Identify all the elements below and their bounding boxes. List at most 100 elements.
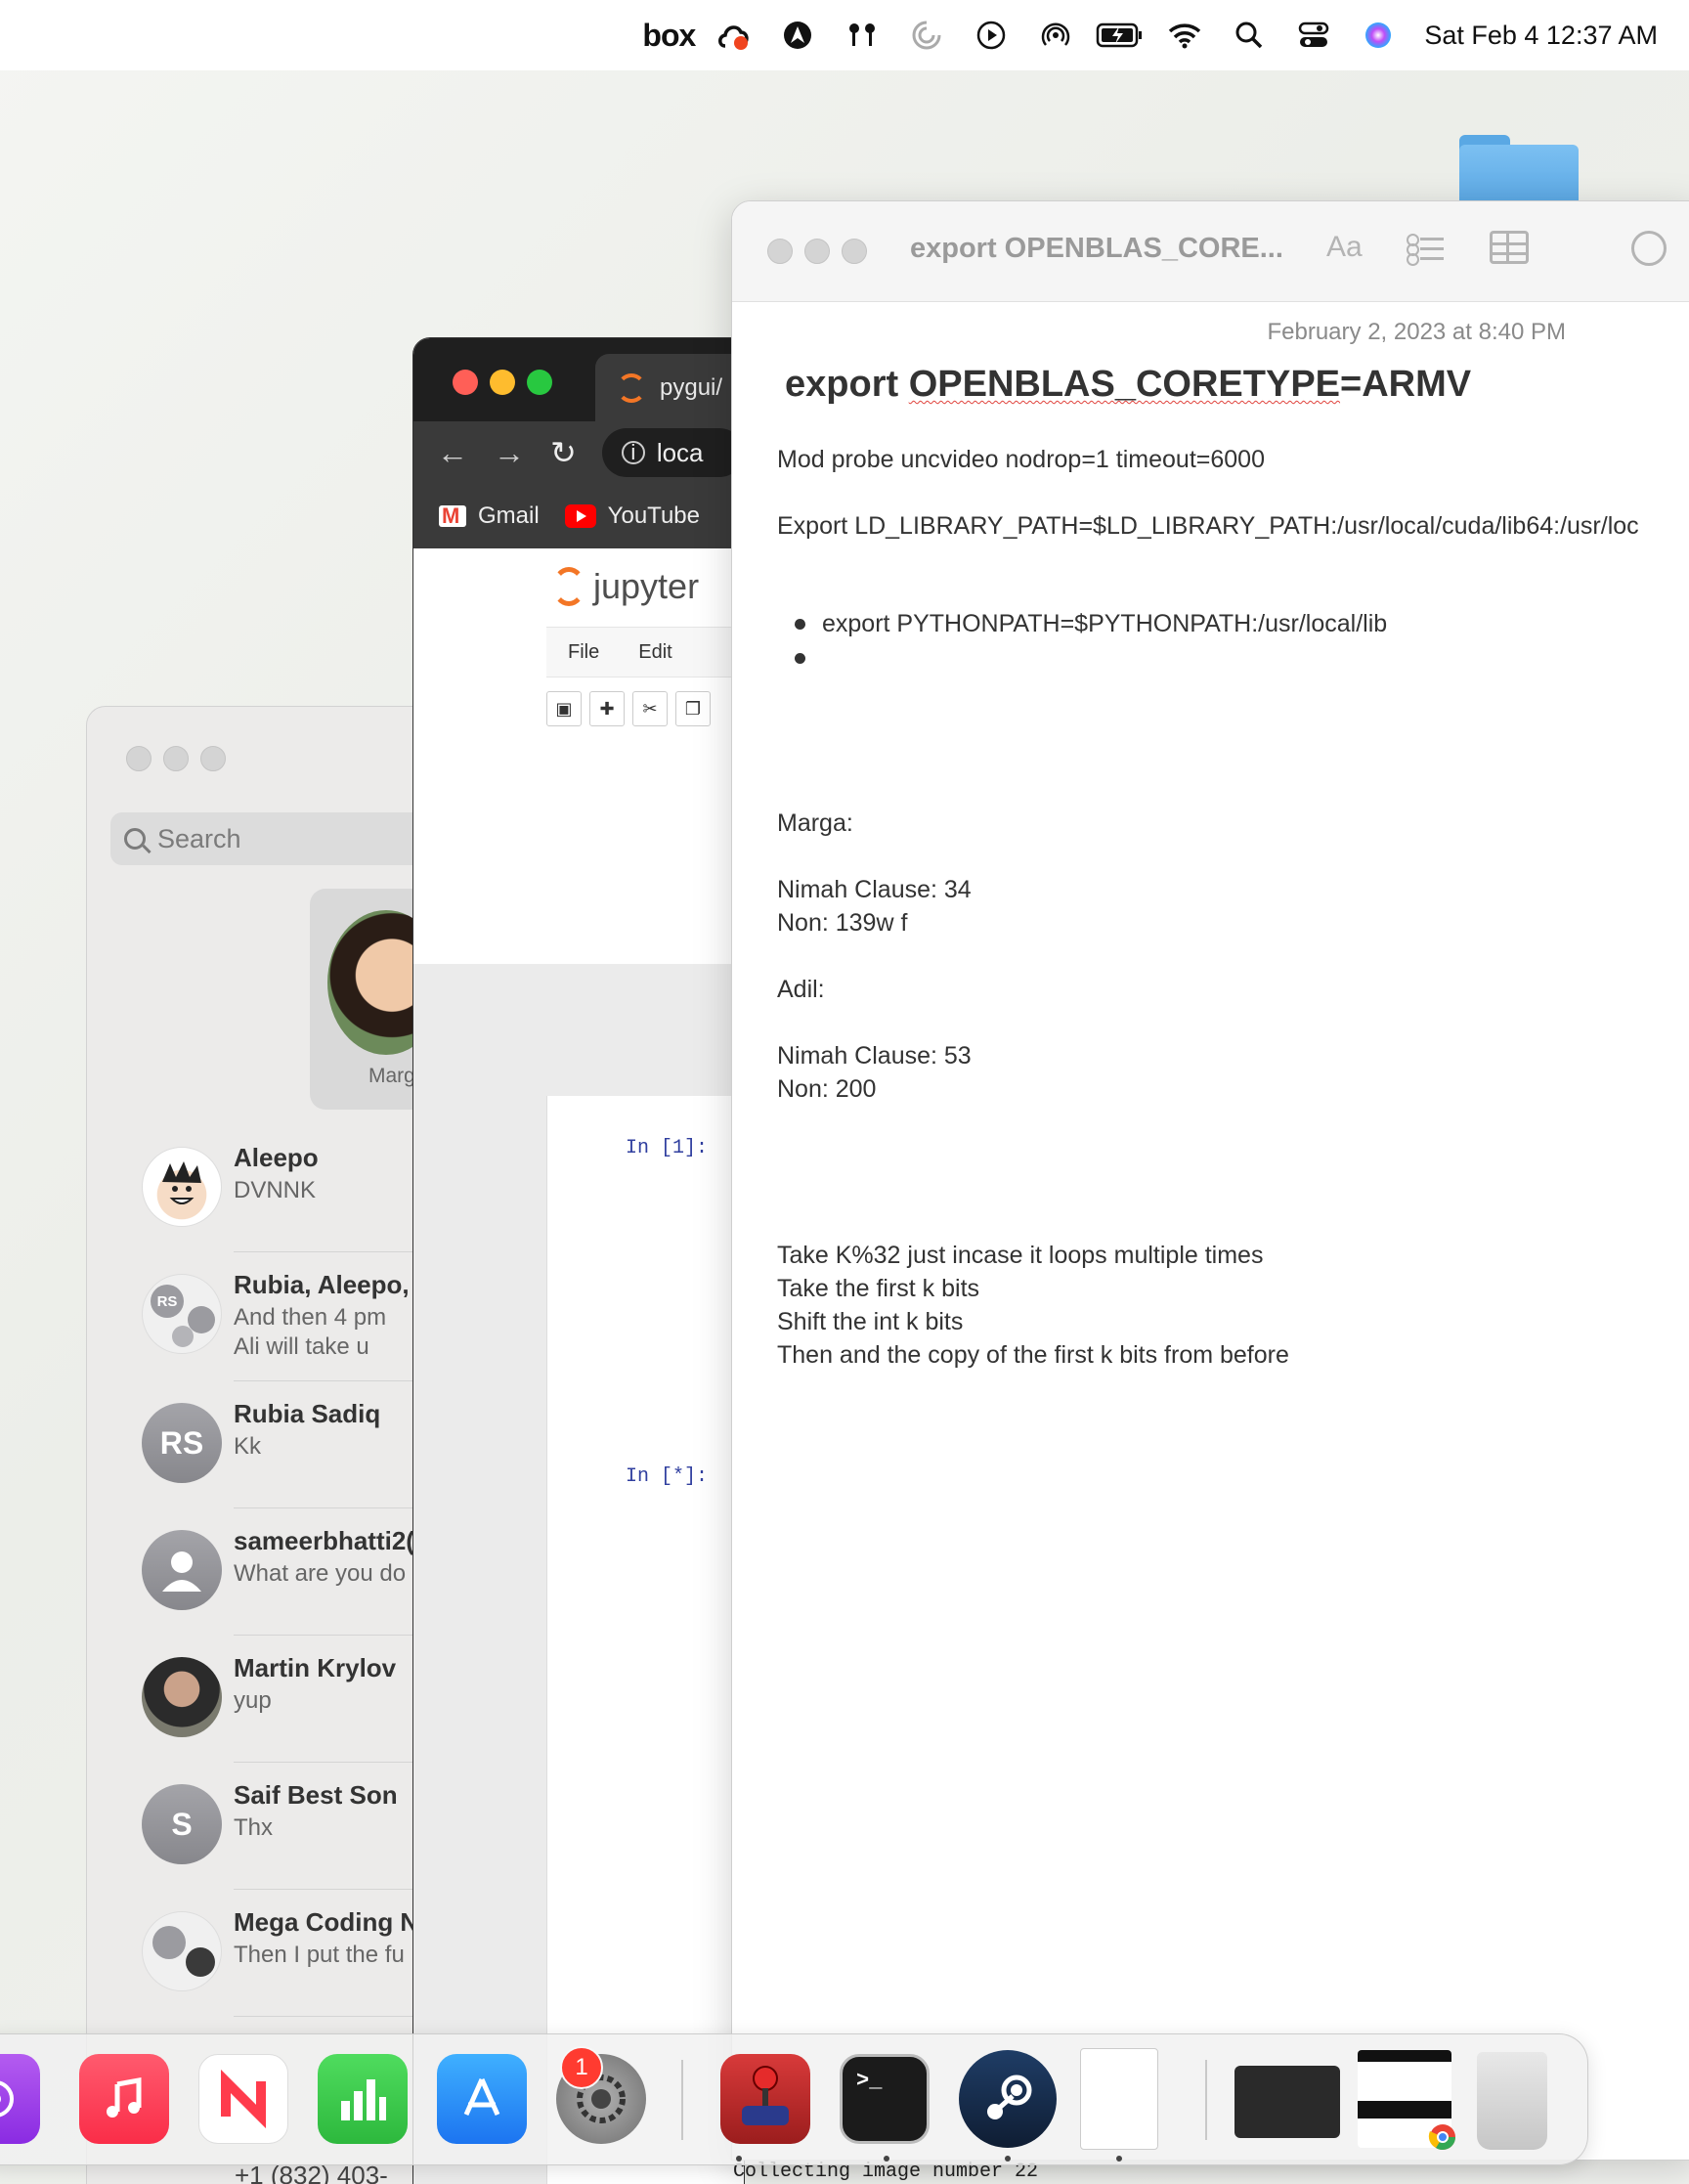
news-icon[interactable] bbox=[198, 2054, 288, 2144]
note-line[interactable]: Non: 139w f bbox=[777, 909, 907, 938]
terminal-window-thumbnail[interactable] bbox=[1234, 2066, 1340, 2138]
group-avatar bbox=[142, 1911, 222, 1991]
reload-icon[interactable]: ↻ bbox=[550, 434, 577, 471]
minimize-button[interactable] bbox=[163, 746, 189, 771]
address-bar[interactable]: i loca bbox=[601, 428, 744, 477]
spotlight-icon[interactable] bbox=[1217, 0, 1281, 70]
menu-file[interactable]: File bbox=[568, 641, 599, 664]
conversation-preview: And then 4 pm bbox=[234, 1304, 387, 1331]
note-heading[interactable]: export OPENBLAS_CORETYPE=ARMV bbox=[785, 364, 1471, 406]
terminal-icon[interactable]: >_ bbox=[840, 2054, 930, 2144]
note-line[interactable]: Nimah Clause: 53 bbox=[777, 1042, 972, 1070]
conversation-item[interactable]: RS Rubia Sadiq Kk bbox=[87, 1381, 437, 1508]
conversation-item[interactable]: S Saif Best Son Thx bbox=[87, 1763, 437, 1890]
close-button[interactable] bbox=[126, 746, 152, 771]
note-line[interactable]: Nimah Clause: 34 bbox=[777, 876, 972, 904]
joystick-app-icon[interactable] bbox=[720, 2054, 810, 2144]
checklist-icon[interactable] bbox=[1407, 231, 1444, 266]
conversation-item[interactable]: sameerbhatti2( What are you do bbox=[87, 1508, 437, 1636]
bookmark-gmail[interactable]: Gmail bbox=[439, 502, 540, 530]
airdrop-icon[interactable] bbox=[1023, 0, 1088, 70]
trash-icon[interactable] bbox=[1477, 2052, 1547, 2150]
control-center-icon[interactable] bbox=[1281, 0, 1346, 70]
note-line[interactable]: Take the first k bits bbox=[777, 1275, 979, 1303]
battery-icon[interactable] bbox=[1088, 0, 1152, 70]
zoom-button[interactable] bbox=[527, 370, 552, 395]
conversation-item[interactable]: Aleepo DVNNK bbox=[87, 1125, 437, 1252]
table-icon[interactable] bbox=[1490, 231, 1529, 264]
podcasts-icon[interactable] bbox=[0, 2054, 40, 2144]
running-indicator bbox=[884, 2156, 889, 2162]
collaborate-icon[interactable] bbox=[1631, 231, 1667, 266]
conversation-name: Rubia Sadiq bbox=[234, 1399, 381, 1428]
running-indicator bbox=[1005, 2156, 1011, 2162]
messages-window-controls[interactable] bbox=[126, 746, 226, 771]
menu-edit[interactable]: Edit bbox=[638, 641, 671, 664]
pinned-conversation-name: Marg bbox=[368, 1065, 415, 1087]
note-line[interactable]: Adil: bbox=[777, 976, 825, 1004]
person-icon bbox=[142, 1530, 222, 1610]
siri-icon[interactable] bbox=[1346, 0, 1410, 70]
conversation-name: Saif Best Son bbox=[234, 1780, 398, 1810]
browser-tab[interactable]: pygui/ bbox=[595, 354, 744, 421]
back-arrow-icon[interactable]: ← bbox=[437, 435, 468, 471]
steam-icon[interactable] bbox=[959, 2050, 1057, 2148]
creative-cloud-icon[interactable] bbox=[701, 0, 765, 70]
notes-window: export OPENBLAS_CORE... Aa February 2, 2… bbox=[731, 200, 1689, 2161]
save-icon[interactable]: ▣ bbox=[546, 691, 582, 726]
note-line[interactable]: Export LD_LIBRARY_PATH=$LD_LIBRARY_PATH:… bbox=[777, 512, 1639, 541]
conversation-item[interactable]: Martin Krylov yup bbox=[87, 1636, 437, 1763]
bullet-icon bbox=[795, 653, 805, 664]
conversation-name: sameerbhatti2( bbox=[234, 1526, 414, 1555]
forward-arrow-icon[interactable]: → bbox=[494, 435, 525, 471]
conversation-item[interactable]: RS Rubia, Aleepo, And then 4 pm Ali will… bbox=[87, 1252, 437, 1381]
address-bar-url: loca bbox=[656, 437, 704, 467]
info-icon[interactable]: i bbox=[621, 440, 645, 464]
loading-icon[interactable] bbox=[894, 0, 959, 70]
bookmark-label: Gmail bbox=[478, 502, 540, 529]
browser-toolbar: ← → ↻ i loca bbox=[413, 421, 744, 484]
close-button[interactable] bbox=[453, 370, 478, 395]
avatar-initials: S bbox=[142, 1784, 222, 1864]
wifi-icon[interactable] bbox=[1152, 0, 1217, 70]
messages-search-field[interactable]: Search bbox=[110, 812, 423, 865]
note-line[interactable]: Non: 200 bbox=[777, 1075, 876, 1104]
copy-icon[interactable]: ❐ bbox=[675, 691, 711, 726]
dock-separator bbox=[1205, 2060, 1207, 2140]
airpods-icon[interactable] bbox=[830, 0, 894, 70]
minimize-button[interactable] bbox=[490, 370, 515, 395]
menu-bar-clock[interactable]: Sat Feb 4 12:37 AM bbox=[1424, 21, 1658, 51]
app-store-icon[interactable] bbox=[437, 2054, 527, 2144]
jupyter-logo[interactable]: jupyter bbox=[552, 566, 699, 607]
cut-icon[interactable]: ✂ bbox=[632, 691, 668, 726]
conversation-item[interactable]: Mega Coding N Then I put the fu bbox=[87, 1890, 437, 2017]
search-placeholder: Search bbox=[157, 823, 241, 853]
chrome-window-thumbnail[interactable] bbox=[1358, 2050, 1456, 2151]
blank-document-icon[interactable] bbox=[1080, 2048, 1158, 2150]
avast-icon[interactable] bbox=[765, 0, 830, 70]
box-icon[interactable]: box bbox=[636, 0, 701, 70]
browser-window: pygui/ ← → ↻ i loca Gmail YouTube jupyte… bbox=[412, 337, 745, 2184]
note-line[interactable]: Take K%32 just incase it loops multiple … bbox=[777, 1242, 1263, 1270]
search-icon bbox=[124, 828, 146, 850]
notes-window-controls[interactable] bbox=[767, 239, 867, 264]
desktop-folder-icon[interactable] bbox=[1459, 135, 1579, 209]
add-cell-icon[interactable]: ✚ bbox=[589, 691, 625, 726]
play-icon[interactable] bbox=[959, 0, 1023, 70]
note-bullet-item[interactable]: export PYTHONPATH=$PYTHONPATH:/usr/local… bbox=[822, 610, 1387, 638]
zoom-button[interactable] bbox=[842, 239, 867, 264]
note-line[interactable]: Then and the copy of the first k bits fr… bbox=[777, 1341, 1289, 1370]
browser-window-controls[interactable] bbox=[453, 370, 552, 395]
note-line[interactable]: Marga: bbox=[777, 809, 853, 838]
menu-bar: box Sat Feb 4 12:37 AM bbox=[0, 0, 1689, 70]
bookmark-youtube[interactable]: YouTube bbox=[564, 502, 700, 530]
zoom-button[interactable] bbox=[200, 746, 226, 771]
minimize-button[interactable] bbox=[804, 239, 830, 264]
numbers-icon[interactable] bbox=[318, 2054, 408, 2144]
music-icon[interactable] bbox=[79, 2054, 169, 2144]
note-line[interactable]: Shift the int k bits bbox=[777, 1308, 963, 1336]
jupyter-menu-bar: File Edit bbox=[546, 627, 744, 677]
close-button[interactable] bbox=[767, 239, 793, 264]
note-line[interactable]: Mod probe uncvideo nodrop=1 timeout=6000 bbox=[777, 446, 1265, 474]
format-text-button[interactable]: Aa bbox=[1326, 231, 1363, 264]
